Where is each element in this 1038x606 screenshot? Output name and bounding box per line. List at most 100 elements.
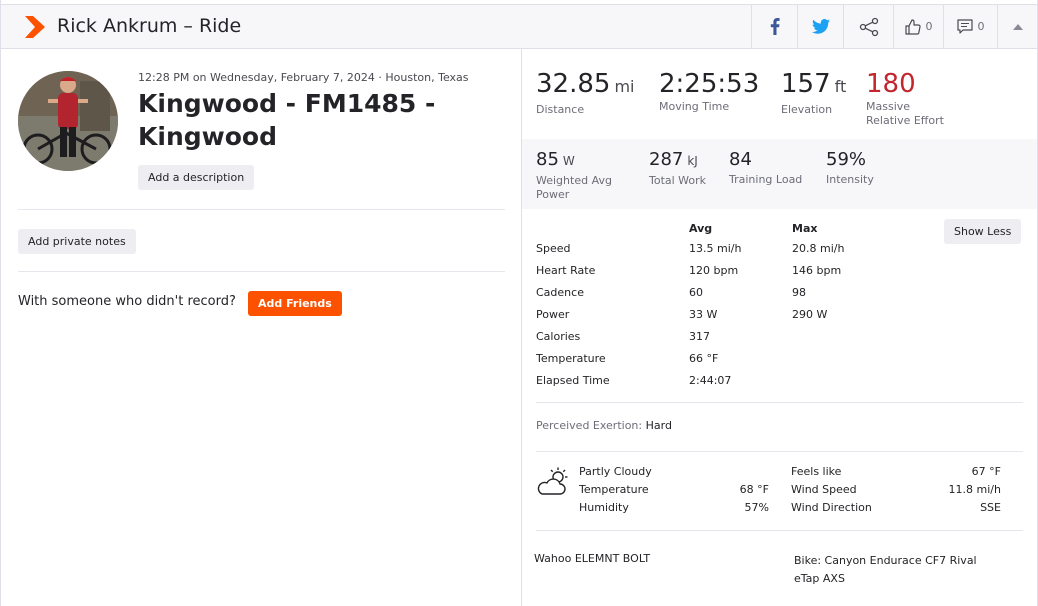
divider [18, 209, 505, 210]
caret-up-icon [1012, 23, 1023, 30]
row-label: Calories [536, 330, 581, 343]
stat-value: 85 [536, 149, 559, 170]
weather-wind-speed-value: 11.8 mi/h [948, 483, 1001, 496]
stat-label: Intensity [826, 173, 874, 186]
stat-relative-effort[interactable]: 180 Massive Relative Effort [866, 69, 944, 128]
perceived-exertion: Perceived Exertion: Hard [536, 419, 672, 432]
activity-header: Rick Ankrum – Ride 0 0 [1, 4, 1037, 49]
stat-unit: ft [834, 77, 847, 96]
facebook-share-button[interactable] [751, 5, 797, 48]
divider [536, 402, 1023, 403]
row-label: Speed [536, 242, 571, 255]
weather-temperature-label: Temperature [579, 483, 649, 496]
row-avg-value: 60 [689, 286, 703, 299]
activity-type-chevron-icon [25, 16, 45, 38]
table-row: Speed 13.5 mi/h 20.8 mi/h [522, 242, 1037, 264]
stat-label: Elevation [781, 103, 833, 116]
table-row: Cadence 60 98 [522, 286, 1037, 308]
perceived-exertion-label: Perceived Exertion: [536, 419, 643, 432]
stat-value: 32.85 [536, 69, 611, 99]
stat-value: 180 [866, 69, 916, 99]
add-private-notes-button[interactable]: Add private notes [18, 229, 136, 254]
column-header-avg: Avg [689, 222, 713, 235]
stat-label: Total Work [649, 174, 707, 187]
activity-title[interactable]: Kingwood - FM1485 - Kingwood [138, 87, 468, 153]
stat-value: 2:25:53 [659, 69, 760, 99]
row-avg-value: 317 [689, 330, 710, 343]
table-row: Elapsed Time 2:44:07 [522, 374, 1037, 396]
add-friends-button[interactable]: Add Friends [248, 291, 342, 316]
stat-unit: W [562, 154, 575, 168]
activity-date-location: 12:28 PM on Wednesday, February 7, 2024 … [138, 71, 469, 84]
stat-unit: mi [614, 77, 635, 96]
stat-total-work: 287 kJ Total Work [649, 149, 706, 188]
weather-humidity-label: Humidity [579, 501, 629, 514]
stat-label: Weighted Avg [536, 174, 612, 187]
stat-intensity[interactable]: 59% Intensity [826, 149, 874, 187]
row-avg-value: 120 bpm [689, 264, 739, 277]
weather-humidity-value: 57% [744, 501, 769, 514]
stat-weighted-avg-power: 85 W Weighted Avg Power [536, 149, 612, 202]
partly-cloudy-icon [537, 467, 568, 495]
row-label: Cadence [536, 286, 584, 299]
twitter-icon [811, 19, 830, 34]
stat-value: 287 [649, 149, 684, 170]
divider [536, 530, 1023, 531]
stat-elevation: 157 ft Elevation [781, 69, 846, 117]
stat-training-load[interactable]: 84 Training Load [729, 149, 802, 187]
table-row: Power 33 W 290 W [522, 308, 1037, 330]
stat-label: Distance [536, 103, 585, 116]
stat-label: Relative Effort [866, 114, 944, 127]
activity-summary-panel: 12:28 PM on Wednesday, February 7, 2024 … [1, 49, 521, 606]
add-description-button[interactable]: Add a description [138, 165, 255, 190]
divider [536, 451, 1023, 452]
table-row: Calories 317 [522, 330, 1037, 352]
secondary-stats-band: 85 W Weighted Avg Power 287 kJ Total Work … [522, 139, 1037, 209]
weather-wind-speed-label: Wind Speed [791, 483, 857, 496]
stat-value: 157 [781, 69, 831, 99]
bike-name[interactable]: Bike: Canyon Endurace CF7 Rival eTap AXS [794, 552, 994, 588]
row-avg-value: 2:44:07 [689, 374, 732, 387]
weather-wind-direction-value: SSE [980, 501, 1001, 514]
table-row: Heart Rate 120 bpm 146 bpm [522, 264, 1037, 286]
collapse-button[interactable] [997, 5, 1037, 48]
activity-page: Rick Ankrum – Ride 0 0 12:28 PM on Wedne… [0, 0, 1038, 606]
device-name: Wahoo ELEMNT BOLT [534, 552, 651, 565]
comments-count: 0 [977, 20, 985, 33]
row-avg-value: 66 °F [689, 352, 719, 365]
row-avg-value: 33 W [689, 308, 718, 321]
stat-label: Moving Time [659, 100, 730, 113]
column-header-max: Max [792, 222, 818, 235]
thumbs-up-icon [904, 18, 921, 35]
facebook-icon [770, 18, 780, 35]
weather-feels-like-label: Feels like [791, 465, 842, 478]
share-icon [859, 17, 878, 36]
stat-label: Massive [866, 100, 911, 113]
stat-label: Power [536, 188, 570, 201]
share-button[interactable] [843, 5, 893, 48]
stat-value: 59% [826, 149, 867, 170]
weather-wind-direction-label: Wind Direction [791, 501, 872, 514]
comments-button[interactable]: 0 [943, 5, 997, 48]
row-label: Heart Rate [536, 264, 596, 277]
activity-stats-panel: 32.85 mi Distance 2:25:53 Moving Time 157… [522, 49, 1037, 606]
stat-unit: kJ [687, 154, 698, 168]
row-label: Power [536, 308, 570, 321]
row-max-value: 20.8 mi/h [792, 242, 845, 255]
twitter-share-button[interactable] [797, 5, 843, 48]
weather-feels-like-value: 67 °F [971, 465, 1001, 478]
row-max-value: 290 W [792, 308, 828, 321]
comment-icon [956, 19, 973, 34]
athlete-avatar[interactable] [18, 71, 118, 171]
stat-distance: 32.85 mi Distance [536, 69, 634, 117]
header-title: Rick Ankrum – Ride [57, 15, 242, 37]
weather-condition: Partly Cloudy [579, 465, 652, 478]
show-less-button[interactable]: Show Less [944, 219, 1022, 244]
row-avg-value: 13.5 mi/h [689, 242, 742, 255]
with-someone-prompt: With someone who didn't record? [18, 294, 236, 309]
row-label: Temperature [536, 352, 606, 365]
kudos-button[interactable]: 0 [893, 5, 943, 48]
row-max-value: 98 [792, 286, 806, 299]
stat-value: 84 [729, 149, 752, 170]
weather-temperature-value: 68 °F [739, 483, 769, 496]
